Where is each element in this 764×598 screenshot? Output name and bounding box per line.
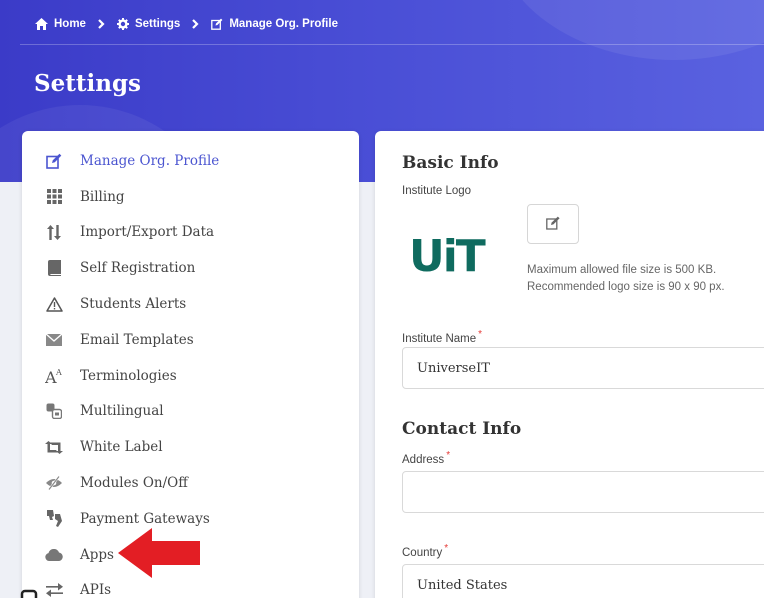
menu-item-label: Terminologies: [80, 367, 177, 384]
country-label-text: Country: [402, 546, 443, 559]
breadcrumb-current-label: Manage Org. Profile: [229, 18, 338, 30]
edit-icon: [545, 216, 561, 233]
breadcrumb-settings-label: Settings: [134, 18, 181, 30]
menu-item-label: Email Templates: [80, 331, 194, 348]
menu-item-manage-org-profile[interactable]: Manage Org. Profile: [22, 143, 359, 179]
institute-logo-label: Institute Logo: [402, 185, 472, 197]
sort-arrows-icon: [44, 222, 64, 242]
institute-name-input[interactable]: UniverseIT: [402, 347, 764, 389]
menu-item-label: APIs: [80, 582, 112, 598]
menu-item-label: Self Registration: [80, 260, 196, 277]
address-input[interactable]: [402, 471, 764, 513]
home-icon: [35, 18, 48, 30]
menu-item-import-export[interactable]: Import/Export Data: [22, 215, 359, 251]
eye-slash-icon: [44, 473, 64, 493]
gear-icon: [116, 18, 129, 30]
breadcrumb: Home Settings Manage Org. Profile: [35, 14, 338, 34]
country-label: Country *: [402, 543, 448, 559]
chevron-right-icon: [98, 19, 105, 29]
menu-item-white-label[interactable]: White Label: [22, 429, 359, 465]
menu-item-email-templates[interactable]: Email Templates: [22, 322, 359, 358]
annotation-arrow-icon: [118, 528, 200, 583]
breadcrumb-settings[interactable]: Settings: [116, 18, 181, 30]
country-value: United States: [417, 577, 508, 593]
menu-item-label: Payment Gateways: [80, 510, 210, 527]
font-size-icon: A A: [44, 366, 64, 386]
page-title: Settings: [34, 70, 141, 97]
logo-size-limit: Maximum allowed file size is 500 KB.: [527, 264, 717, 276]
breadcrumb-current: Manage Org. Profile: [211, 18, 338, 30]
basic-info-heading: Basic Info: [402, 153, 499, 173]
retweet-icon: [44, 437, 64, 457]
breadcrumb-home[interactable]: Home: [35, 18, 86, 30]
menu-item-label: Import/Export Data: [80, 224, 215, 241]
chevron-right-icon: [192, 19, 199, 29]
banner-decoration: [494, 0, 764, 60]
payment-icon: [44, 509, 64, 529]
menu-item-label: Apps: [80, 546, 114, 563]
edit-icon: [211, 18, 223, 30]
country-select[interactable]: United States: [402, 564, 764, 598]
menu-item-label: Modules On/Off: [80, 475, 188, 492]
menu-item-modules-on-off[interactable]: Modules On/Off: [22, 465, 359, 501]
menu-item-label: White Label: [80, 439, 163, 456]
institute-name-value: UniverseIT: [417, 360, 490, 376]
menu-item-label: Students Alerts: [80, 296, 187, 313]
translate-icon: [44, 401, 64, 421]
institute-name-label: Institute Name *: [402, 329, 482, 345]
edit-icon: [44, 151, 64, 171]
envelope-icon: [44, 330, 64, 350]
warning-icon: [44, 294, 64, 314]
institute-name-label-text: Institute Name: [402, 332, 477, 345]
logo-requirements: Maximum allowed file size is 500 KB. Rec…: [527, 262, 725, 296]
menu-item-students-alerts[interactable]: Students Alerts: [22, 286, 359, 322]
required-mark: *: [444, 543, 449, 554]
contact-info-heading: Contact Info: [402, 419, 522, 439]
menu-item-terminologies[interactable]: A A Terminologies: [22, 358, 359, 394]
menu-item-self-registration[interactable]: Self Registration: [22, 250, 359, 286]
cloud-icon: [44, 545, 64, 565]
menu-item-label: Multilingual: [80, 403, 164, 420]
svg-text:A: A: [55, 368, 62, 377]
address-label-text: Address: [402, 453, 445, 466]
menu-item-label: Billing: [80, 188, 125, 205]
institute-logo: UiT: [409, 231, 486, 282]
menu-item-label: Manage Org. Profile: [80, 152, 220, 169]
book-icon: [44, 258, 64, 278]
partial-icon: [20, 585, 38, 598]
required-mark: *: [446, 450, 451, 461]
exchange-icon: [44, 580, 64, 598]
edit-logo-button[interactable]: [527, 204, 579, 244]
required-mark: *: [478, 329, 483, 340]
address-label: Address *: [402, 450, 450, 466]
menu-item-multilingual[interactable]: Multilingual: [22, 394, 359, 430]
breadcrumb-home-label: Home: [54, 18, 86, 30]
grid-icon: [44, 187, 64, 207]
org-profile-form: Basic Info Institute Logo UiT Maximum al…: [375, 131, 764, 598]
logo-dimension-hint: Recommended logo size is 90 x 90 px.: [527, 281, 725, 293]
menu-item-billing[interactable]: Billing: [22, 179, 359, 215]
banner-divider: [20, 44, 764, 45]
